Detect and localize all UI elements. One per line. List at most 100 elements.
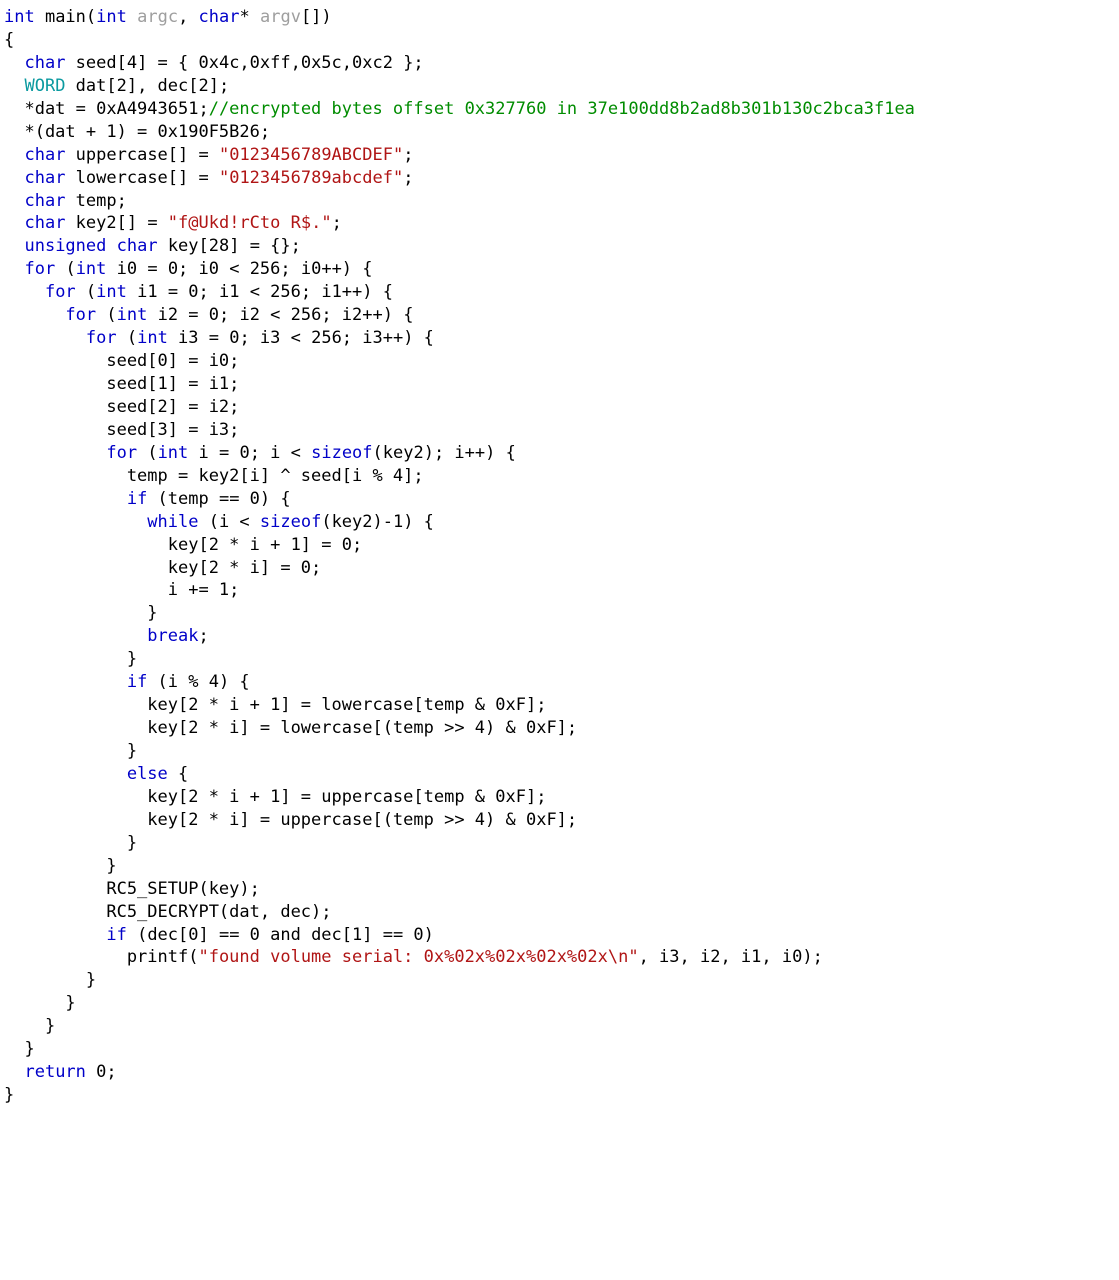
code-token: char — [24, 191, 65, 211]
code-token: key[2 * i + 1] = uppercase[temp & 0xF]; — [4, 787, 546, 807]
code-token: i = 0; i < — [188, 443, 311, 463]
code-token: seed[4] = { 0x4c,0xff,0x5c,0xc2 }; — [65, 53, 423, 73]
code-token: int — [96, 282, 127, 302]
code-token: (key2)-1) { — [321, 512, 434, 532]
code-token: , — [178, 7, 198, 27]
code-token — [4, 76, 24, 96]
code-token — [4, 489, 127, 509]
code-token: char — [24, 53, 65, 73]
code-token: } — [4, 970, 96, 990]
code-token: (dec[0] == 0 and dec[1] == 0) — [127, 925, 434, 945]
code-token: WORD — [24, 76, 65, 96]
code-token — [4, 764, 127, 784]
code-token: printf( — [4, 947, 198, 967]
code-token: for — [106, 443, 137, 463]
code-token: int — [117, 305, 148, 325]
code-token — [4, 168, 24, 188]
code-token: break — [147, 626, 198, 646]
code-token: if — [127, 489, 147, 509]
code-token: if — [127, 672, 147, 692]
code-token — [4, 213, 24, 233]
code-token: i2 = 0; i2 < 256; i2++) { — [147, 305, 413, 325]
code-token: unsigned — [24, 236, 106, 256]
code-token: temp = key2[i] ^ seed[i % 4]; — [4, 466, 424, 486]
code-token: , i3, i2, i1, i0); — [639, 947, 823, 967]
code-token: for — [24, 259, 55, 279]
code-token: []) — [301, 7, 332, 27]
code-token — [4, 443, 106, 463]
code-token: temp; — [65, 191, 126, 211]
code-token: key[2 * i + 1] = lowercase[temp & 0xF]; — [4, 695, 546, 715]
code-token — [4, 672, 127, 692]
code-block: int main(int argc, char* argv[]) { char … — [0, 0, 1119, 1127]
code-token: ; — [332, 213, 342, 233]
code-token: sizeof — [311, 443, 372, 463]
code-token — [4, 925, 106, 945]
code-token: { — [4, 30, 14, 50]
code-token: ; — [403, 145, 413, 165]
code-token: (i % 4) { — [147, 672, 249, 692]
code-token: char — [24, 168, 65, 188]
code-token: ( — [117, 328, 137, 348]
code-token: for — [45, 282, 76, 302]
code-token: i3 = 0; i3 < 256; i3++) { — [168, 328, 434, 348]
code-token: int — [76, 259, 107, 279]
code-token: for — [65, 305, 96, 325]
code-token: "f@Ukd!rCto R$." — [168, 213, 332, 233]
code-token: ( — [76, 282, 96, 302]
code-token: ( — [137, 443, 157, 463]
code-token: int — [137, 328, 168, 348]
code-token — [4, 145, 24, 165]
code-token: } — [4, 856, 117, 876]
code-token: i1 = 0; i1 < 256; i1++) { — [127, 282, 393, 302]
code-token: dat[2], dec[2]; — [65, 76, 229, 96]
code-token: seed[3] = i3; — [4, 420, 239, 440]
code-token: } — [4, 1039, 35, 1059]
code-token — [4, 305, 65, 325]
code-token: } — [4, 741, 137, 761]
code-token: seed[1] = i1; — [4, 374, 239, 394]
code-token: "found volume serial: 0x%02x%02x%02x%02x… — [198, 947, 638, 967]
code-token — [106, 236, 116, 256]
code-token: sizeof — [260, 512, 321, 532]
code-token: char — [24, 145, 65, 165]
code-token: key[2 * i + 1] = 0; — [4, 535, 362, 555]
code-token: (i < — [198, 512, 259, 532]
code-token: i0 = 0; i0 < 256; i0++) { — [106, 259, 372, 279]
code-token: } — [4, 833, 137, 853]
code-token — [4, 512, 147, 532]
code-token: char — [24, 213, 65, 233]
code-token — [4, 1062, 24, 1082]
code-token: * — [240, 7, 260, 27]
code-token: key2[] = — [65, 213, 167, 233]
code-token: seed[0] = i0; — [4, 351, 239, 371]
code-token: (key2); i++) { — [373, 443, 516, 463]
code-token: key[2 * i] = uppercase[(temp >> 4) & 0xF… — [4, 810, 577, 830]
code-token: } — [4, 993, 76, 1013]
code-token: key[28] = {}; — [158, 236, 301, 256]
code-token: ( — [55, 259, 75, 279]
code-token: RC5_DECRYPT(dat, dec); — [4, 902, 332, 922]
code-token: else — [127, 764, 168, 784]
code-token: int — [4, 7, 35, 27]
code-token: i += 1; — [4, 580, 239, 600]
code-token: for — [86, 328, 117, 348]
code-token: main( — [35, 7, 96, 27]
code-token: "0123456789ABCDEF" — [219, 145, 403, 165]
code-token: lowercase[] = — [65, 168, 219, 188]
code-token: 0; — [86, 1062, 117, 1082]
code-token — [4, 191, 24, 211]
code-token: } — [4, 1085, 14, 1105]
code-token: char — [199, 7, 240, 27]
code-token — [4, 53, 24, 73]
code-token: //encrypted bytes offset 0x327760 in 37e… — [209, 99, 915, 119]
code-token — [4, 328, 86, 348]
code-token: int — [96, 7, 127, 27]
code-token — [4, 236, 24, 256]
code-token: if — [106, 925, 126, 945]
code-token: ; — [198, 626, 208, 646]
code-token: argv — [260, 7, 301, 27]
code-token: key[2 * i] = 0; — [4, 558, 321, 578]
code-token: int — [158, 443, 189, 463]
code-token: key[2 * i] = lowercase[(temp >> 4) & 0xF… — [4, 718, 577, 738]
